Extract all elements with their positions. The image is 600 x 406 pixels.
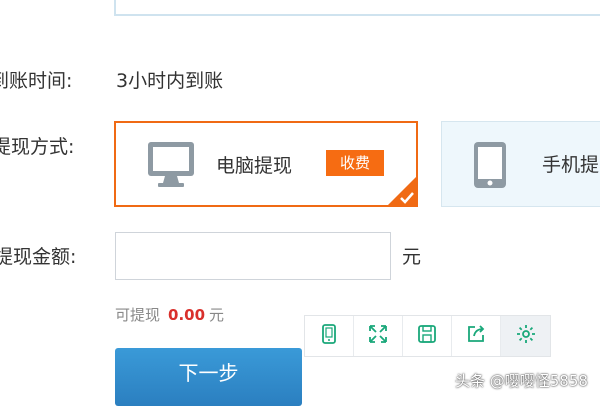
- pc-withdraw-label: 电脑提现: [216, 155, 293, 177]
- monitor-icon: [146, 139, 196, 193]
- arrival-time-value: 3小时内到账: [116, 70, 224, 92]
- mobile-withdraw-label: 手机提: [542, 154, 600, 176]
- fullscreen-icon: [367, 323, 389, 349]
- fullscreen-button[interactable]: [354, 316, 403, 356]
- fee-badge: 收费: [326, 150, 384, 176]
- settings-icon: [515, 323, 537, 349]
- tablet-icon: [318, 323, 340, 349]
- available-unit: 元: [209, 306, 225, 324]
- pc-withdraw-option[interactable]: 电脑提现 收费: [114, 121, 418, 207]
- share-icon: [465, 323, 487, 349]
- available-amount: 0.00: [168, 306, 206, 324]
- floating-toolbar: [304, 315, 551, 357]
- withdraw-method-label: 提现方式:: [0, 136, 75, 158]
- tablet-mode-button[interactable]: [305, 316, 354, 356]
- save-icon: [416, 323, 438, 349]
- share-button[interactable]: [452, 316, 501, 356]
- phone-icon: [470, 140, 510, 194]
- amount-unit: 元: [402, 246, 422, 268]
- next-step-button[interactable]: 下一步: [115, 348, 302, 406]
- withdraw-amount-label: 提现金额:: [0, 246, 77, 268]
- available-label: 可提现: [115, 306, 161, 324]
- mobile-withdraw-option[interactable]: 手机提: [441, 121, 600, 207]
- settings-button[interactable]: [501, 316, 550, 356]
- withdraw-amount-input[interactable]: [115, 232, 391, 280]
- save-button[interactable]: [403, 316, 452, 356]
- previous-section-box: [114, 0, 600, 16]
- arrival-time-label: 到账时间:: [0, 70, 73, 92]
- selected-check-icon: [386, 175, 418, 207]
- watermark: 头条 @嘤嘤怪5858: [455, 372, 588, 390]
- available-balance: 可提现 0.00 元: [115, 304, 224, 325]
